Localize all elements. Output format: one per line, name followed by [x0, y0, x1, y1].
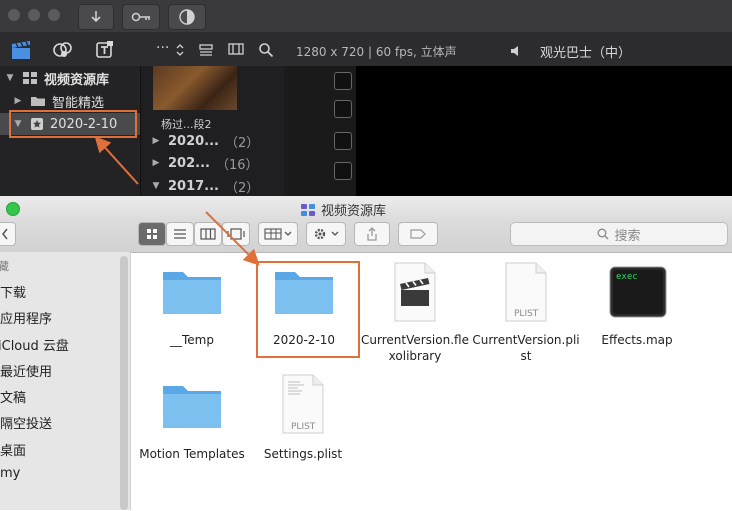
- arrow-to-event: [94, 136, 139, 185]
- arrow-to-folder: [205, 211, 260, 266]
- annotation-arrows: [94, 136, 260, 266]
